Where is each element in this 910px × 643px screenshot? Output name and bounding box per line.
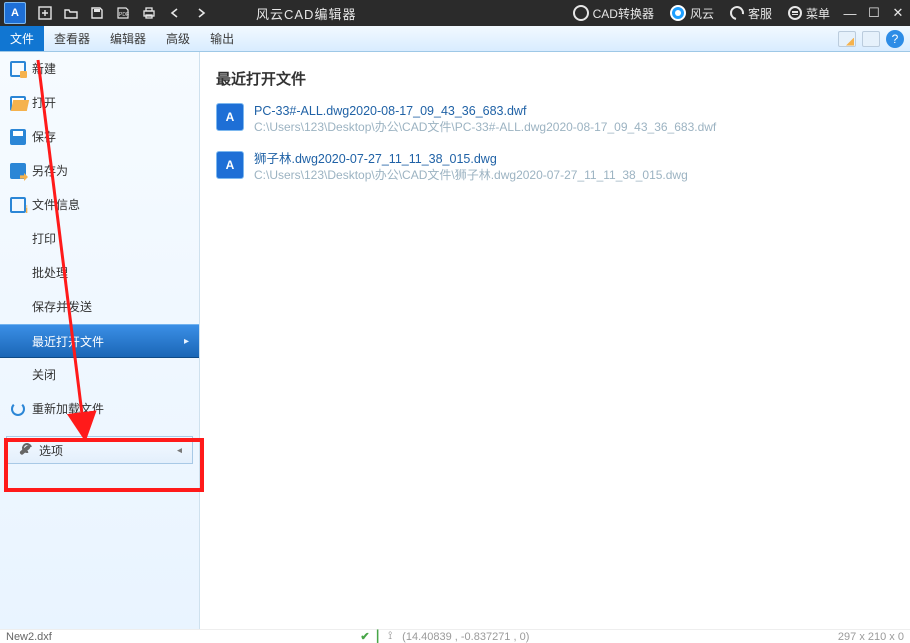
window-minimize[interactable]: — xyxy=(838,0,862,26)
tab-editor[interactable]: 编辑器 xyxy=(100,26,156,51)
sidebar-item-reload[interactable]: 重新加载文件 xyxy=(0,392,199,426)
titlebar: A PDF 风云CAD编辑器 CAD转换器 风云 客服 菜单 — ☐ ✕ xyxy=(0,0,910,26)
reload-icon xyxy=(10,401,26,417)
recent-file-path: C:\Users\123\Desktop\办公\CAD文件\狮子林.dwg202… xyxy=(254,167,688,183)
sidebar-item-file-info[interactable]: 文件信息 xyxy=(0,188,199,222)
save-as-icon xyxy=(10,163,26,179)
menubar: 文件 查看器 编辑器 高级 输出 ? xyxy=(0,26,910,52)
window-close[interactable]: ✕ xyxy=(886,0,910,26)
file-menu-sidebar: 新建 打开 保存 另存为 文件信息 打印 批处理 保存并发送 最近打开文件 ▸ 关… xyxy=(0,52,200,629)
recent-files-panel: 最近打开文件 A PC-33#-ALL.dwg2020-08-17_09_43_… xyxy=(200,52,910,629)
sidebar-item-label: 关闭 xyxy=(32,366,56,383)
svg-text:PDF: PDF xyxy=(119,12,129,18)
recent-file-path: C:\Users\123\Desktop\办公\CAD文件\PC-33#-ALL… xyxy=(254,119,716,135)
redo-icon[interactable] xyxy=(190,2,212,24)
app-icon: A xyxy=(4,2,26,24)
sidebar-item-label: 批处理 xyxy=(32,264,68,281)
sidebar-item-new[interactable]: 新建 xyxy=(0,52,199,86)
blank-icon xyxy=(10,367,26,383)
sidebar-item-label: 选项 xyxy=(39,442,63,459)
edit-note-icon[interactable] xyxy=(838,31,856,47)
print-icon[interactable] xyxy=(138,2,160,24)
sidebar-item-print[interactable]: 打印 xyxy=(0,222,199,256)
sidebar-item-label: 新建 xyxy=(32,60,56,77)
link-cad-converter[interactable]: CAD转换器 xyxy=(565,5,662,22)
sidebar-item-save-send[interactable]: 保存并发送 xyxy=(0,290,199,324)
sidebar-item-options[interactable]: 选项 ▸ xyxy=(6,436,193,464)
sidebar-item-label: 文件信息 xyxy=(32,196,80,213)
recent-file-item[interactable]: A PC-33#-ALL.dwg2020-08-17_09_43_36_683.… xyxy=(216,103,900,135)
sidebar-item-label: 重新加载文件 xyxy=(32,400,104,417)
sidebar-item-recent[interactable]: 最近打开文件 ▸ xyxy=(0,324,199,358)
sidebar-item-batch[interactable]: 批处理 xyxy=(0,256,199,290)
recent-file-name: 狮子林.dwg2020-07-27_11_11_38_015.dwg xyxy=(254,151,688,167)
blank-icon xyxy=(10,333,26,349)
recent-files-title: 最近打开文件 xyxy=(216,68,900,89)
dwg-file-icon: A xyxy=(216,151,244,179)
tab-output[interactable]: 输出 xyxy=(200,26,244,51)
link-support[interactable]: 客服 xyxy=(722,5,780,22)
recent-file-name: PC-33#-ALL.dwg2020-08-17_09_43_36_683.dw… xyxy=(254,103,716,119)
new-icon xyxy=(10,61,26,77)
recent-file-item[interactable]: A 狮子林.dwg2020-07-27_11_11_38_015.dwg C:\… xyxy=(216,151,900,183)
open-icon xyxy=(10,95,26,111)
link-fengyun[interactable]: 风云 xyxy=(662,5,722,22)
undo-icon[interactable] xyxy=(164,2,186,24)
file-menu-panel: 新建 打开 保存 另存为 文件信息 打印 批处理 保存并发送 最近打开文件 ▸ 关… xyxy=(0,52,910,629)
tab-file[interactable]: 文件 xyxy=(0,26,44,51)
sidebar-item-save-as[interactable]: 另存为 xyxy=(0,154,199,188)
misc-toolbar-icon[interactable] xyxy=(862,31,880,47)
sidebar-item-label: 打开 xyxy=(32,94,56,111)
cursor-coords: (14.40839 , -0.837271 , 0) xyxy=(402,631,529,643)
dwg-file-icon: A xyxy=(216,103,244,131)
active-document-tab[interactable]: New2.dxf xyxy=(6,631,52,643)
save-pdf-icon[interactable]: PDF xyxy=(112,2,134,24)
canvas-dimensions: 297 x 210 x 0 xyxy=(838,631,904,643)
wrench-icon xyxy=(17,442,33,458)
sidebar-item-open[interactable]: 打开 xyxy=(0,86,199,120)
status-bar: New2.dxf ✔▕ ⟟ (14.40839 , -0.837271 , 0)… xyxy=(0,629,910,643)
sidebar-item-label: 保存并发送 xyxy=(32,298,92,315)
save-icon xyxy=(10,129,26,145)
window-maximize[interactable]: ☐ xyxy=(862,0,886,26)
blank-icon xyxy=(10,299,26,315)
help-icon[interactable]: ? xyxy=(886,30,904,48)
link-menu[interactable]: 菜单 xyxy=(780,5,838,22)
chevron-left-icon: ▸ xyxy=(177,445,182,456)
sidebar-item-close[interactable]: 关闭 xyxy=(0,358,199,392)
sidebar-item-label: 打印 xyxy=(32,230,56,247)
sidebar-item-save[interactable]: 保存 xyxy=(0,120,199,154)
status-check-icon: ✔▕ xyxy=(360,630,378,643)
tab-viewer[interactable]: 查看器 xyxy=(44,26,100,51)
sidebar-item-label: 保存 xyxy=(32,128,56,145)
sidebar-item-label: 另存为 xyxy=(32,162,68,179)
app-title: 风云CAD编辑器 xyxy=(256,4,356,23)
open-folder-icon[interactable] xyxy=(60,2,82,24)
chevron-right-icon: ▸ xyxy=(184,336,189,347)
save-icon[interactable] xyxy=(86,2,108,24)
new-doc-icon[interactable] xyxy=(34,2,56,24)
sidebar-item-label: 最近打开文件 xyxy=(32,333,104,350)
file-info-icon xyxy=(10,197,26,213)
blank-icon xyxy=(10,265,26,281)
tab-advanced[interactable]: 高级 xyxy=(156,26,200,51)
blank-icon xyxy=(10,231,26,247)
status-tool-icon: ⟟ xyxy=(388,630,392,643)
